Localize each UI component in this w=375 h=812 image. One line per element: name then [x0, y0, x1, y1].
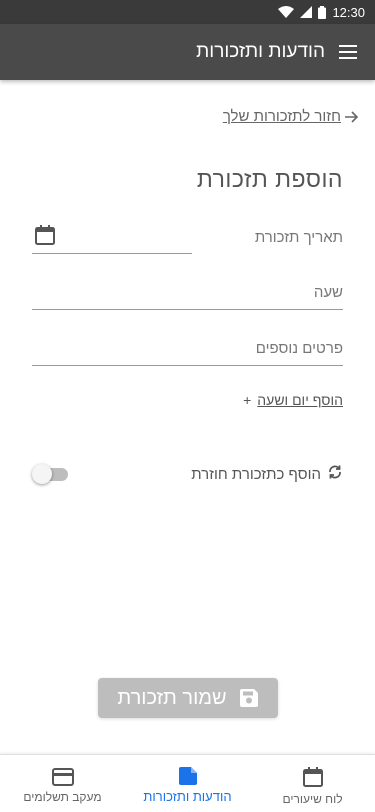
- status-time: 12:30: [332, 4, 365, 20]
- nav-item-schedule[interactable]: לוח שיעורים: [250, 755, 375, 812]
- recurring-reminder-row: הוסף כתזכורת חוזרת: [32, 462, 343, 486]
- details-label: פרטים נוספים: [255, 340, 343, 357]
- save-button-label: שמור תזכורת: [117, 686, 227, 709]
- back-to-reminders-link[interactable]: חזור לתזכורות שלך: [223, 108, 359, 125]
- toggle-thumb: [32, 464, 52, 484]
- plus-icon: +: [243, 392, 252, 408]
- credit-card-icon: [51, 767, 74, 786]
- save-icon: [239, 688, 259, 708]
- form-title: הוספת תזכורת: [196, 166, 343, 192]
- repeat-icon: [327, 464, 343, 484]
- menu-icon[interactable]: [339, 45, 357, 59]
- nav-item-messages[interactable]: הודעות ותזכורות: [125, 755, 250, 812]
- bottom-nav: מעקב תשלומים הודעות ותזכורות לוח שיעורים: [0, 754, 375, 812]
- screen: 12:30 הודעות ותזכורות חזור לתזכורות שלך …: [0, 0, 375, 812]
- app-bar: הודעות ותזכורות: [0, 24, 375, 80]
- back-link-label: חזור לתזכורות שלך: [222, 108, 341, 125]
- nav-label-payments: מעקב תשלומים: [23, 789, 102, 804]
- time-field[interactable]: שעה: [32, 276, 343, 310]
- reminder-date-field: תאריך תזכורת: [32, 220, 343, 254]
- add-day-time-label: הוסף יום ושעה: [257, 392, 343, 408]
- add-day-time-button[interactable]: הוסף יום ושעה +: [243, 392, 343, 408]
- wifi-icon: [278, 6, 295, 18]
- arrow-right-icon: [345, 110, 359, 123]
- save-reminder-button[interactable]: שמור תזכורת: [98, 678, 278, 718]
- recurring-toggle[interactable]: [32, 464, 68, 484]
- status-bar: 12:30: [0, 0, 375, 24]
- recurring-label-group: הוסף כתזכורת חוזרת: [191, 464, 343, 484]
- nav-label-messages: הודעות ותזכורות: [143, 789, 232, 804]
- details-field[interactable]: פרטים נוספים: [32, 332, 343, 366]
- date-input[interactable]: [32, 220, 192, 254]
- nav-item-payments[interactable]: מעקב תשלומים: [0, 755, 125, 812]
- date-label: תאריך תזכורת: [254, 229, 343, 246]
- document-icon: [178, 767, 198, 785]
- recurring-label: הוסף כתזכורת חוזרת: [191, 465, 321, 483]
- nav-label-schedule: לוח שיעורים: [282, 791, 343, 806]
- app-title: הודעות ותזכורות: [196, 41, 325, 62]
- battery-icon: [318, 5, 327, 19]
- calendar-icon: [302, 766, 324, 788]
- time-label: שעה: [313, 284, 343, 301]
- signal-icon: [300, 6, 313, 18]
